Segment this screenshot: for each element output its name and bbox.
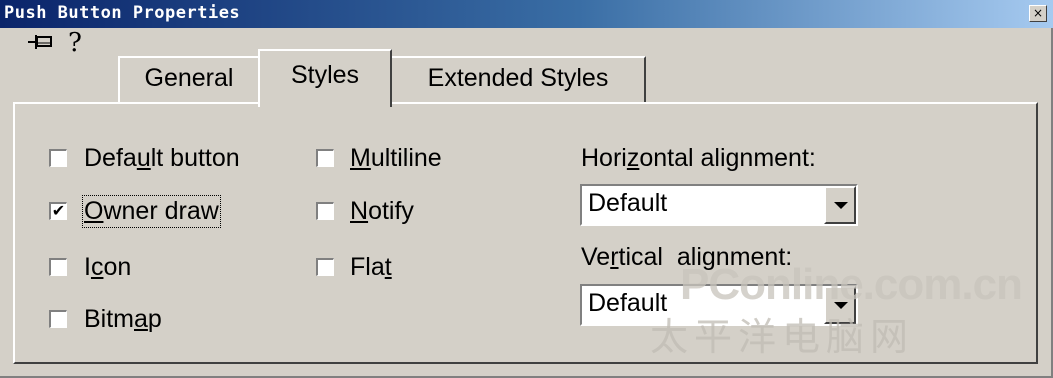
horizontal-alignment-dropdown-button[interactable] bbox=[824, 186, 856, 224]
notify-checkbox[interactable] bbox=[316, 202, 334, 220]
tab-extended-styles[interactable]: Extended Styles bbox=[390, 56, 646, 102]
tab-general[interactable]: General bbox=[118, 56, 260, 102]
horizontal-alignment-select[interactable]: Default bbox=[580, 184, 858, 226]
default-button-checkbox[interactable] bbox=[49, 149, 67, 167]
title-bar[interactable]: Push Button Properties × bbox=[0, 0, 1053, 28]
watermark-logo: PConline.com.cn bbox=[680, 260, 1023, 309]
bitmap-label[interactable]: Bitmap bbox=[84, 305, 162, 334]
icon-checkbox[interactable] bbox=[49, 258, 67, 276]
owner-draw-checkbox[interactable]: ✔ bbox=[49, 202, 67, 220]
owner-draw-label[interactable]: Owner draw bbox=[82, 195, 221, 228]
tab-styles-label: Styles bbox=[290, 61, 360, 89]
close-icon: × bbox=[1032, 6, 1044, 20]
flat-label[interactable]: Flat bbox=[350, 253, 392, 282]
horizontal-alignment-label: Horizontal alignment: bbox=[581, 144, 816, 172]
multiline-label[interactable]: Multiline bbox=[350, 144, 442, 173]
close-button[interactable]: × bbox=[1029, 5, 1047, 22]
window-title: Push Button Properties bbox=[4, 3, 241, 23]
tab-styles[interactable]: Styles bbox=[258, 49, 392, 107]
flat-checkbox[interactable] bbox=[316, 258, 334, 276]
icon-label[interactable]: Icon bbox=[84, 253, 131, 282]
pushpin-icon[interactable] bbox=[28, 33, 54, 51]
tab-general-label: General bbox=[144, 64, 234, 92]
checkmark-icon: ✔ bbox=[51, 201, 66, 220]
chevron-down-icon bbox=[834, 202, 848, 209]
multiline-checkbox[interactable] bbox=[316, 149, 334, 167]
help-icon[interactable]: ? bbox=[68, 29, 82, 57]
watermark-chinese: 太平洋电脑网 bbox=[650, 315, 915, 359]
notify-label[interactable]: Notify bbox=[350, 197, 414, 226]
horizontal-alignment-value: Default bbox=[588, 189, 668, 217]
properties-window: Push Button Properties × ? General Style… bbox=[0, 0, 1053, 378]
default-button-label[interactable]: Default button bbox=[84, 144, 240, 173]
bitmap-checkbox[interactable] bbox=[49, 310, 67, 328]
tab-extended-styles-label: Extended Styles bbox=[427, 64, 609, 92]
